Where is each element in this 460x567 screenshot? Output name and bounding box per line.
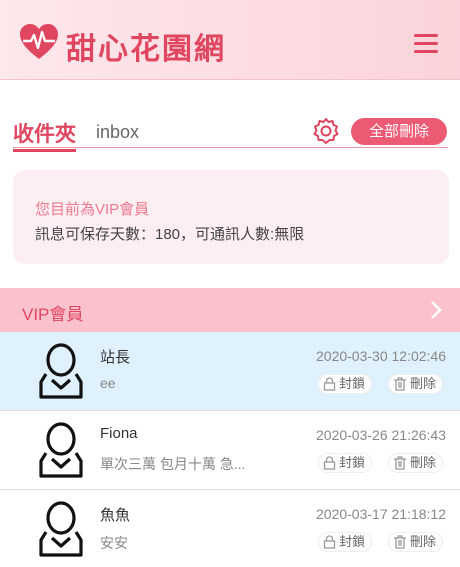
message-row[interactable]: 站長 ee 2020-03-30 12:02:46 封鎖 刪除 (0, 332, 460, 411)
lock-icon (323, 535, 336, 549)
sender-name: 魚魚 (100, 507, 131, 524)
vip-info-panel: 您目前為VIP會員 訊息可保存天數：180，可通訊人數:無限 (13, 170, 449, 264)
block-label: 封鎖 (339, 534, 366, 549)
message-preview: ee (100, 375, 116, 391)
hamburger-menu-icon[interactable] (414, 34, 438, 54)
delete-button[interactable]: 刪除 (388, 453, 444, 473)
block-label: 封鎖 (339, 376, 366, 391)
delete-label: 刪除 (410, 376, 437, 391)
vip-quota-text: 訊息可保存天數：180，可通訊人數:無限 (35, 226, 305, 243)
site-logo-text[interactable]: 甜心花園網 (66, 24, 226, 68)
sender-name: Fiona (100, 425, 138, 442)
vip-status-text: 您目前為VIP會員 (35, 201, 150, 218)
logo-char: 園 (162, 32, 194, 67)
block-button[interactable]: 封鎖 (318, 374, 373, 394)
divider (13, 147, 448, 148)
delete-label: 刪除 (410, 455, 437, 470)
delete-all-button[interactable]: 全部刪除 (351, 118, 447, 145)
trash-icon (394, 377, 406, 391)
delete-label: 刪除 (410, 534, 437, 549)
message-time: 2020-03-26 21:26:43 (316, 427, 446, 443)
block-button[interactable]: 封鎖 (318, 532, 373, 552)
logo-char: 網 (194, 32, 226, 67)
logo-char: 花 (130, 32, 162, 67)
vip-section-header[interactable]: VIP會員 (0, 288, 460, 332)
app-header: 甜心花園網 (0, 0, 460, 80)
inbox-toolbar: 收件夾 inbox 全部刪除 (0, 112, 460, 152)
message-preview: 單次三萬 包月十萬 急... (100, 456, 246, 472)
message-row[interactable]: Fiona 單次三萬 包月十萬 急... 2020-03-26 21:26:43… (0, 411, 460, 490)
chevron-right-icon[interactable] (428, 300, 444, 320)
lock-icon (323, 377, 336, 391)
message-time: 2020-03-30 12:02:46 (316, 348, 446, 364)
section-title: VIP會員 (22, 305, 84, 324)
delete-button[interactable]: 刪除 (388, 532, 444, 552)
message-list: 站長 ee 2020-03-30 12:02:46 封鎖 刪除 Fiona 單次… (0, 332, 460, 567)
user-avatar-icon (39, 422, 83, 478)
logo-char: 甜 (66, 32, 98, 67)
gear-icon[interactable] (312, 117, 340, 145)
message-preview: 安安 (100, 535, 128, 551)
lock-icon (323, 456, 336, 470)
block-label: 封鎖 (339, 455, 366, 470)
message-row[interactable]: 魚魚 安安 2020-03-17 21:18:12 封鎖 刪除 (0, 490, 460, 567)
heart-pulse-logo-icon (20, 24, 58, 59)
sender-name: 站長 (100, 349, 131, 366)
logo-char: 心 (98, 32, 130, 67)
message-time: 2020-03-17 21:18:12 (316, 506, 446, 522)
trash-icon (394, 456, 406, 470)
inbox-subtitle: inbox (96, 122, 140, 142)
user-avatar-icon (39, 343, 83, 399)
user-avatar-icon (39, 501, 83, 557)
trash-icon (394, 535, 406, 549)
block-button[interactable]: 封鎖 (318, 453, 373, 473)
delete-button[interactable]: 刪除 (388, 374, 444, 394)
